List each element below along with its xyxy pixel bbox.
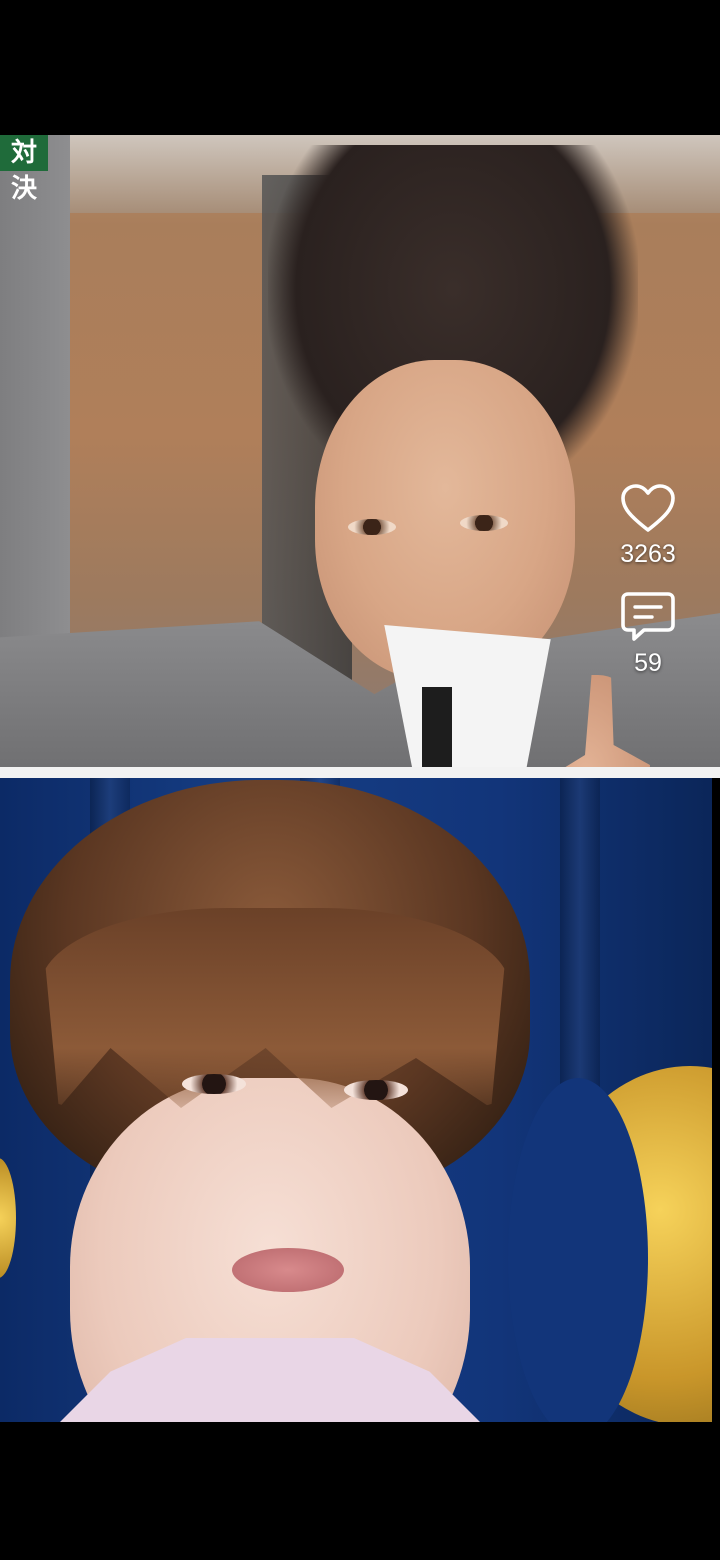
caption-sign: 対決 (0, 135, 48, 204)
action-rail: 3263 59 (606, 484, 690, 700)
bottom-photo[interactable] (0, 778, 712, 1422)
photo-divider (0, 767, 720, 778)
media-viewer: 対決 3263 59 (0, 0, 720, 1560)
heart-icon[interactable] (620, 484, 676, 534)
right-eye (460, 515, 508, 531)
like-button[interactable]: 3263 (606, 484, 690, 569)
right-eye (344, 1080, 408, 1100)
comment-icon[interactable] (620, 591, 676, 643)
lips (232, 1248, 344, 1292)
comment-button[interactable]: 59 (606, 591, 690, 678)
top-black-bar (0, 0, 720, 135)
like-count: 3263 (620, 540, 676, 568)
left-eye (182, 1074, 246, 1094)
tie (422, 687, 452, 767)
moon-shadow (508, 1078, 648, 1422)
bottom-black-bar (0, 1422, 720, 1560)
comment-count: 59 (634, 649, 662, 677)
left-eye (348, 519, 396, 535)
gold-moon-left (0, 1158, 16, 1278)
